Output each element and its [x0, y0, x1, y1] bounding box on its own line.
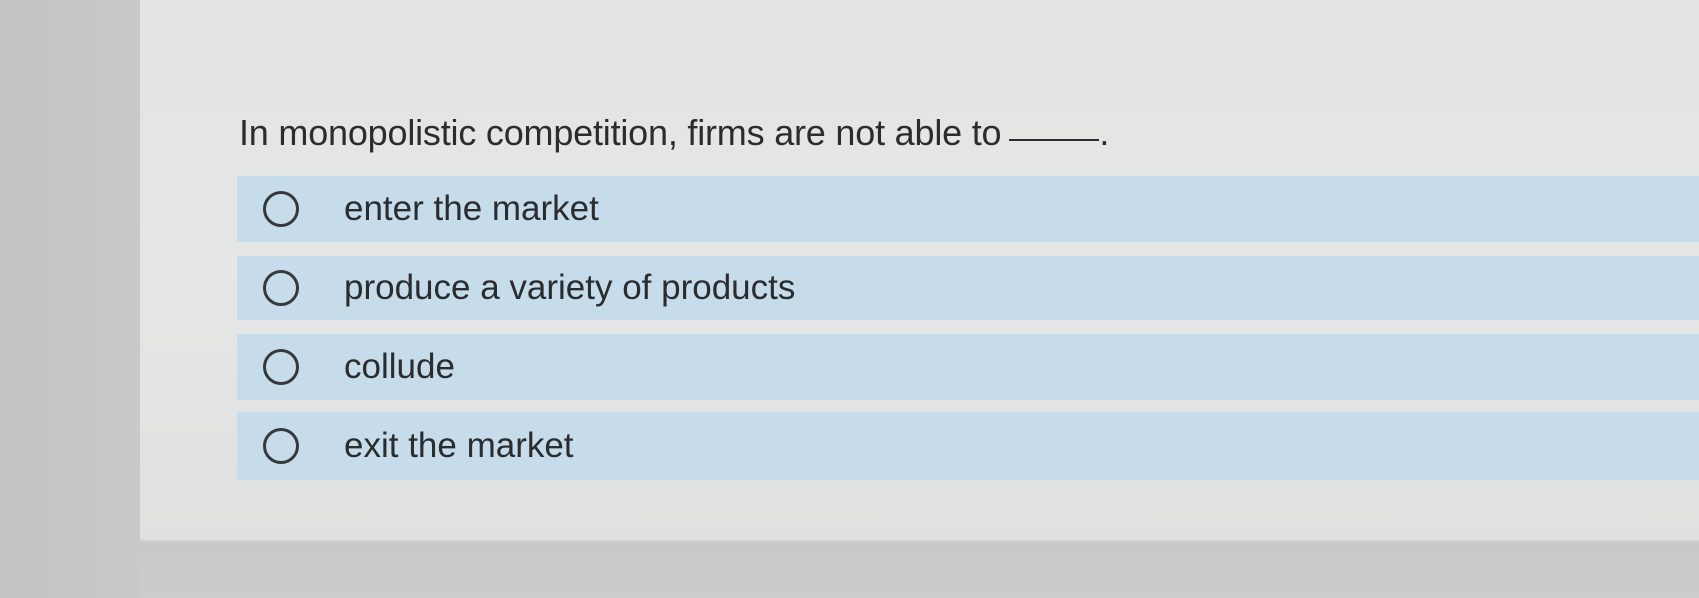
option-exit-the-market[interactable]: exit the market	[237, 412, 1699, 480]
option-enter-the-market[interactable]: enter the market	[237, 176, 1699, 242]
question-suffix: .	[1099, 112, 1110, 153]
answer-blank	[1009, 139, 1100, 141]
radio-button[interactable]	[263, 270, 299, 306]
option-produce-variety[interactable]: produce a variety of products	[237, 256, 1699, 320]
card-bottom-edge	[140, 542, 1699, 598]
question-prompt: In monopolistic competition, firms are n…	[239, 112, 1109, 154]
option-label: collude	[344, 347, 455, 386]
option-collude[interactable]: collude	[237, 334, 1699, 400]
option-label: exit the market	[344, 426, 574, 465]
option-label: enter the market	[344, 189, 599, 228]
radio-button[interactable]	[263, 191, 299, 227]
radio-button[interactable]	[263, 349, 299, 385]
question-text: In monopolistic competition, firms are n…	[239, 112, 1002, 153]
option-label: produce a variety of products	[344, 268, 796, 307]
radio-button[interactable]	[263, 428, 299, 464]
answer-options: enter the market produce a variety of pr…	[237, 176, 1699, 494]
